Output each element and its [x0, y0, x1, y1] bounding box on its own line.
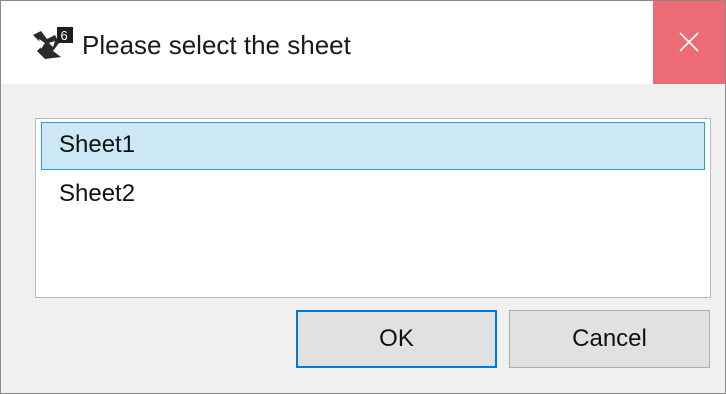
dialog-title: Please select the sheet — [82, 30, 351, 60]
dialog-window: 6 Please select the sheet Sheet1 Sheet2 … — [0, 0, 726, 394]
app-icon: 6 — [31, 27, 73, 61]
title-bar[interactable]: 6 Please select the sheet — [1, 1, 725, 84]
ok-button[interactable]: OK — [296, 310, 497, 368]
list-item-sheet1[interactable]: Sheet1 — [41, 122, 705, 170]
sheet-list[interactable]: Sheet1 Sheet2 — [35, 118, 711, 298]
close-button[interactable] — [653, 1, 725, 84]
svg-text:6: 6 — [61, 28, 68, 43]
cancel-button[interactable]: Cancel — [509, 310, 710, 368]
close-icon — [679, 32, 699, 52]
list-item-sheet2[interactable]: Sheet2 — [41, 171, 705, 219]
